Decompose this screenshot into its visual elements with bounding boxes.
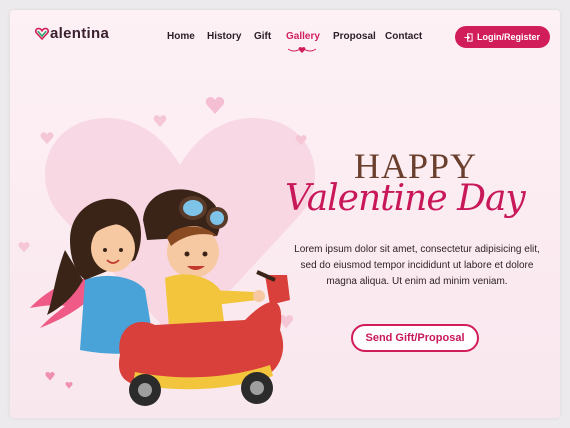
login-icon <box>464 32 473 42</box>
heart-v-icon <box>35 27 49 40</box>
nav-proposal[interactable]: Proposal <box>333 31 376 42</box>
send-gift-label: Send Gift/Proposal <box>365 332 465 344</box>
floating-heart-icon <box>153 115 167 128</box>
hero-title-valentine: Valentine Day <box>285 178 526 219</box>
nav-history[interactable]: History <box>207 31 241 42</box>
logo[interactable]: alentina <box>35 25 109 42</box>
hero-description: Lorem ipsum dolor sit amet, consectetur … <box>294 244 540 287</box>
floating-heart-icon <box>205 97 225 114</box>
active-ornament-icon <box>287 47 317 53</box>
page-frame: alentina Home History Gift Gallery Propo… <box>10 10 560 418</box>
couple-scooter-illustration <box>30 189 290 406</box>
logo-text: alentina <box>50 25 110 42</box>
floating-heart-icon <box>295 135 307 146</box>
send-gift-proposal-button[interactable]: Send Gift/Proposal <box>351 324 479 352</box>
login-label: Login/Register <box>476 32 540 42</box>
nav-gift[interactable]: Gift <box>254 31 271 42</box>
nav-contact[interactable]: Contact <box>385 31 422 42</box>
nav-gallery[interactable]: Gallery <box>286 31 320 42</box>
login-register-button[interactable]: Login/Register <box>454 26 550 48</box>
nav-home[interactable]: Home <box>167 31 195 42</box>
floating-heart-icon <box>40 132 54 145</box>
